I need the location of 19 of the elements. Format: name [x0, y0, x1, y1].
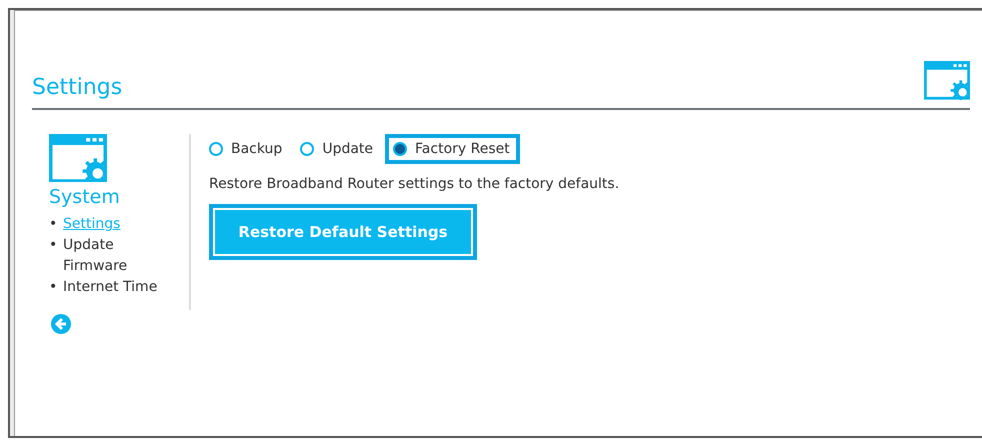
description-text: Restore Broadband Router settings to the factory defaults.: [209, 176, 620, 192]
radio-button[interactable]: [300, 142, 314, 156]
page-title: Settings: [32, 74, 122, 100]
bullet: •: [49, 215, 58, 234]
radio-label: Factory Reset: [415, 140, 510, 157]
bullet: •: [49, 236, 58, 256]
radio-option[interactable]: Backup: [205, 134, 292, 164]
radio-button[interactable]: [209, 142, 223, 156]
nav-link[interactable]: Internet Time: [63, 277, 158, 298]
window-gear-icon: [49, 134, 107, 182]
radio-option[interactable]: Factory Reset: [385, 134, 520, 164]
bullet: •: [49, 278, 58, 298]
section-heading: System: [49, 186, 121, 208]
radio-label: Backup: [231, 140, 282, 157]
window-gear-icon: [924, 61, 970, 100]
radio-option[interactable]: Update: [296, 134, 384, 164]
radio-button[interactable]: [393, 142, 408, 156]
nav-link[interactable]: Update Firmware: [63, 235, 173, 278]
radio-label: Update: [322, 140, 374, 157]
